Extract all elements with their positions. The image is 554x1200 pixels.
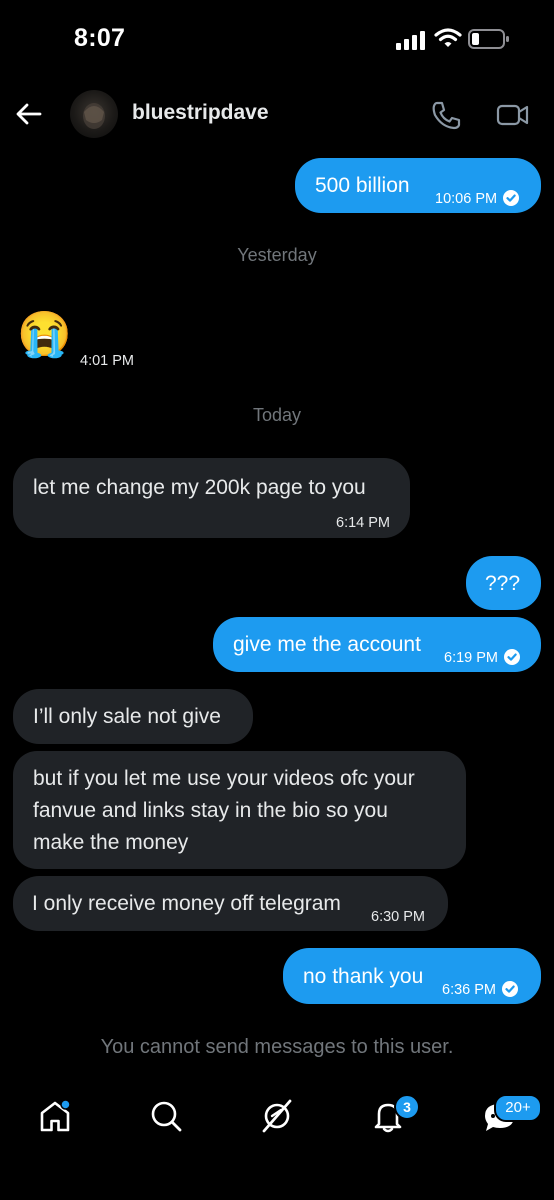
message-text: give me the account <box>233 633 421 656</box>
message-text-line: but if you let me use your videos ofc yo… <box>33 767 415 790</box>
message-time: 10:06 PM <box>435 191 498 207</box>
message-text: no thank you <box>303 965 424 988</box>
conversation-username[interactable]: bluestripdave <box>132 101 269 125</box>
message-timestamp: 10:06 PM <box>435 184 520 215</box>
read-receipt-icon <box>503 190 520 206</box>
message-timestamp: 6:19 PM <box>444 643 520 674</box>
read-receipt-icon <box>502 981 518 997</box>
message-bubble-sent[interactable]: no thank you 6:36 PM <box>283 948 541 1004</box>
avatar-image <box>83 103 105 129</box>
message-timestamp: 4:01 PM <box>80 353 134 369</box>
message-bubble-sent[interactable]: give me the account 6:19 PM <box>213 617 541 672</box>
wifi-icon <box>434 28 462 47</box>
message-text: I only receive money off telegram <box>32 892 341 915</box>
message-timestamp: 6:30 PM <box>371 909 425 925</box>
status-time: 8:07 <box>74 24 126 52</box>
home-notification-dot <box>60 1099 71 1110</box>
message-time: 6:36 PM <box>442 982 496 998</box>
emoji-message[interactable]: 😭 <box>17 311 72 359</box>
search-icon[interactable] <box>148 1098 184 1134</box>
message-timestamp: 6:36 PM <box>442 975 518 1006</box>
messages-badge: 20+ <box>494 1094 542 1122</box>
video-call-icon[interactable] <box>496 101 530 129</box>
cannot-send-notice: You cannot send messages to this user. <box>100 1036 454 1058</box>
message-timestamp: 6:14 PM <box>336 515 390 531</box>
avatar[interactable] <box>70 90 118 138</box>
home-icon[interactable] <box>37 1098 73 1134</box>
date-divider: Today <box>252 405 302 425</box>
message-text-line: fanvue and links stay in the bio so you <box>33 799 388 822</box>
cellular-signal-icon <box>396 31 425 50</box>
message-bubble-received[interactable]: I’ll only sale not give <box>13 689 253 744</box>
battery-icon <box>468 29 509 49</box>
message-text: I’ll only sale not give <box>33 705 221 728</box>
phone-call-icon[interactable] <box>430 100 462 130</box>
message-time: 6:19 PM <box>444 650 498 666</box>
read-receipt-icon <box>504 649 520 665</box>
message-text-line: make the money <box>33 831 189 854</box>
message-bubble-sent[interactable]: 500 billion 10:06 PM <box>295 158 541 213</box>
message-bubble-received[interactable]: but if you let me use your videos ofc yo… <box>13 751 466 869</box>
message-bubble-received[interactable]: let me change my 200k page to you 6:14 P… <box>13 458 410 538</box>
back-arrow-icon[interactable] <box>14 100 44 128</box>
notifications-badge: 3 <box>394 1094 420 1120</box>
message-text: let me change my 200k page to you <box>33 476 366 499</box>
grok-icon[interactable] <box>259 1098 295 1134</box>
message-text: 500 billion <box>315 174 410 197</box>
message-text: ??? <box>485 572 521 595</box>
message-bubble-received[interactable]: I only receive money off telegram 6:30 P… <box>13 876 448 931</box>
date-divider: Yesterday <box>237 245 317 265</box>
message-bubble-sent[interactable]: ??? <box>466 556 541 610</box>
